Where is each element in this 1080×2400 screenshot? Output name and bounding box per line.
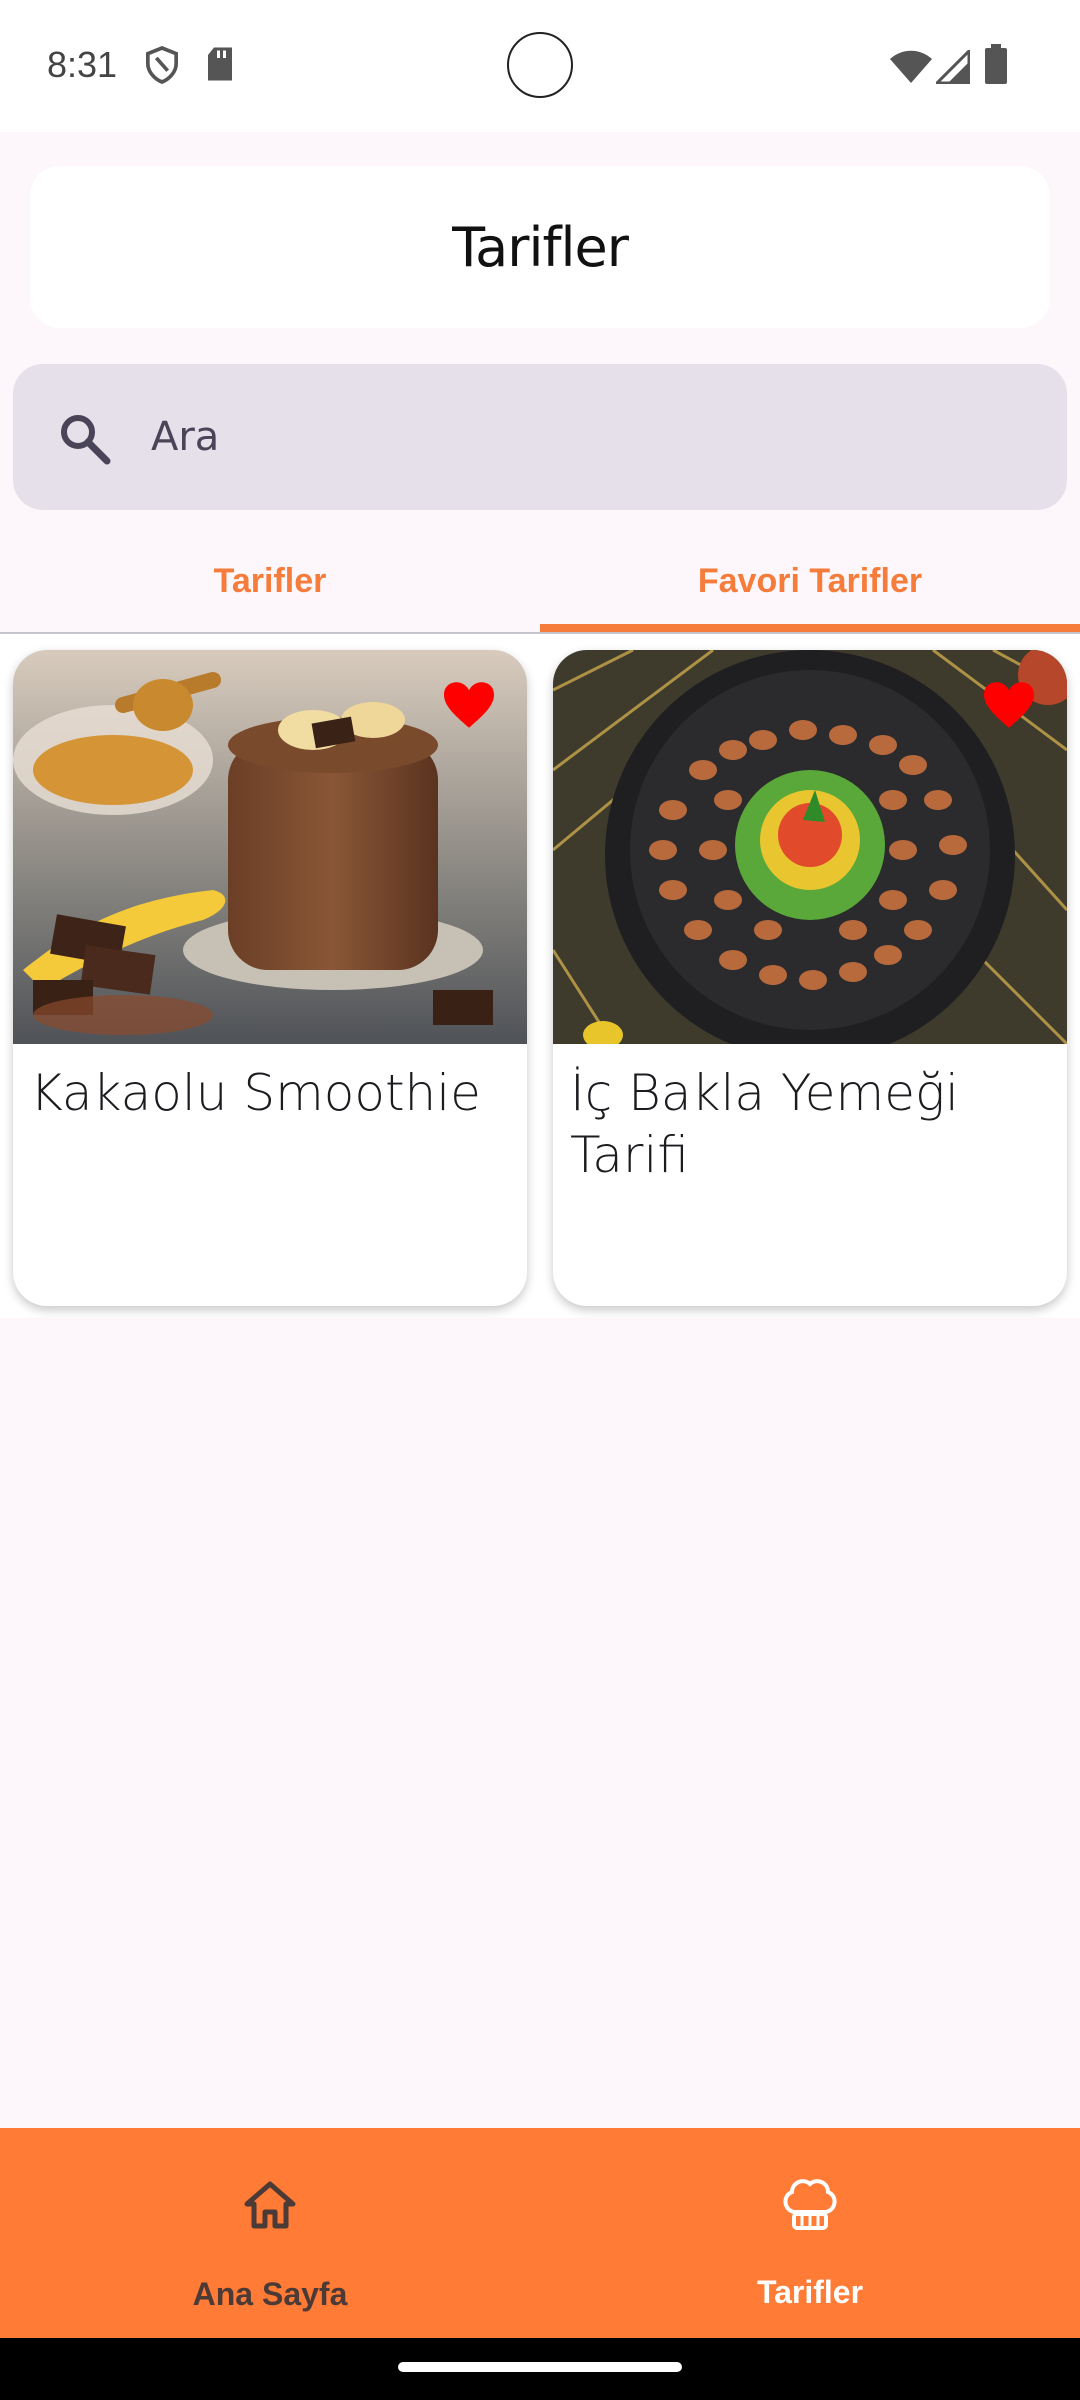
system-gesture-area (0, 2338, 1080, 2400)
app-header: Tarifler (0, 132, 1080, 360)
tab-indicator (540, 624, 1080, 632)
nav-label: Tarifler (756, 2274, 864, 2310)
search-bar[interactable] (13, 364, 1067, 510)
chef-hat-icon (778, 2172, 842, 2240)
battery-icon (984, 44, 1008, 88)
wifi-icon (890, 50, 932, 88)
recipe-card[interactable]: İç Bakla Yemeği Tarifi (553, 650, 1067, 1306)
recipe-title: İç Bakla Yemeği Tarifi (570, 1064, 959, 1184)
tab-favorite-recipes[interactable]: Favori Tarifler (540, 528, 1080, 634)
search-icon (57, 411, 113, 471)
signal-icon (933, 47, 971, 88)
recipe-card[interactable]: Kakaolu Smoothie (13, 650, 527, 1306)
status-bar: 8:31 (0, 0, 1080, 132)
home-icon (243, 2180, 297, 2234)
recipe-grid: Kakaolu Smoothie İç Bakla Yemeği Tarifi (0, 634, 1080, 1318)
gesture-handle[interactable] (398, 2362, 682, 2372)
nav-home[interactable]: Ana Sayfa (0, 2128, 540, 2338)
favorite-heart-icon[interactable] (441, 680, 497, 734)
nav-label: Ana Sayfa (192, 2276, 348, 2312)
status-time: 8:31 (47, 44, 118, 85)
tab-bar: Tarifler Favori Tarifler (0, 528, 1080, 634)
page-title: Tarifler (452, 215, 629, 279)
title-card: Tarifler (30, 166, 1050, 328)
favorite-heart-icon[interactable] (981, 680, 1037, 734)
shield-icon (145, 46, 179, 88)
camera-cutout (507, 32, 573, 98)
nav-recipes[interactable]: Tarifler (540, 2128, 1080, 2338)
bottom-nav: Ana Sayfa Tarifler (0, 2128, 1080, 2338)
sd-card-icon (205, 46, 235, 86)
search-input[interactable] (151, 402, 1031, 472)
recipe-title: Kakaolu Smoothie (30, 1064, 481, 1122)
tab-recipes[interactable]: Tarifler (0, 528, 540, 634)
